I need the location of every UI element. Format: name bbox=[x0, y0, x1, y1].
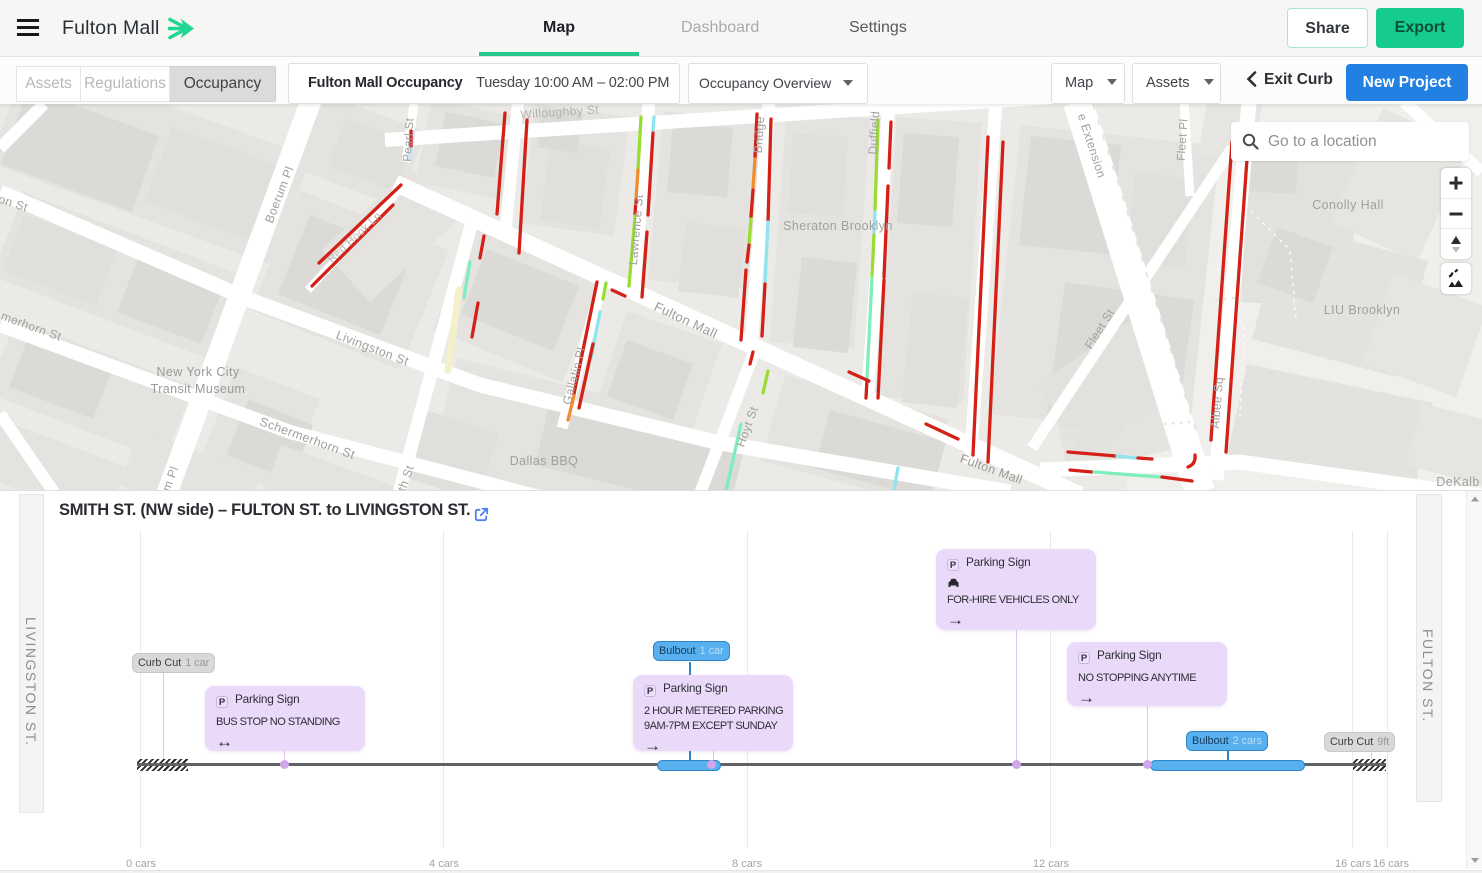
svg-text:Conolly Hall: Conolly Hall bbox=[1312, 198, 1384, 212]
svg-text:New York City: New York City bbox=[156, 365, 239, 379]
svg-text:Dallas BBQ: Dallas BBQ bbox=[510, 454, 579, 468]
svg-text:Transit Museum: Transit Museum bbox=[151, 382, 246, 396]
svg-text:LIU Brooklyn: LIU Brooklyn bbox=[1324, 303, 1400, 317]
svg-text:DeKalb: DeKalb bbox=[1436, 475, 1479, 489]
svg-text:Bridge: Bridge bbox=[751, 116, 768, 154]
svg-text:Sheraton Brooklyn: Sheraton Brooklyn bbox=[783, 219, 893, 233]
